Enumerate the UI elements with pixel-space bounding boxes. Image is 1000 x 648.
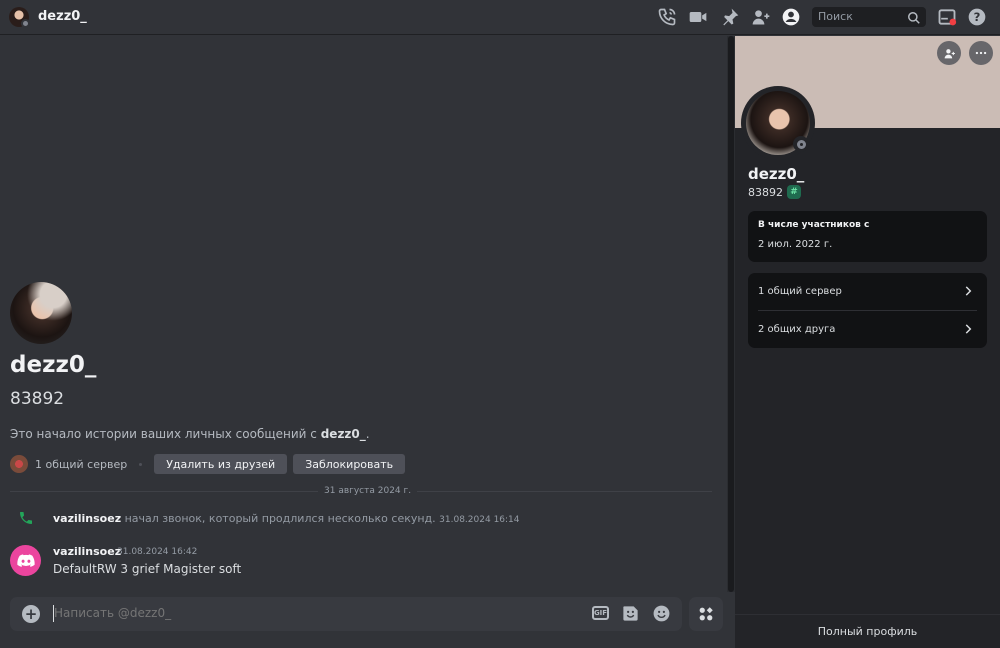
- dm-intro-username: dezz0_: [320, 427, 366, 441]
- call-message-author[interactable]: vazilinsoez: [53, 512, 121, 525]
- header-status-indicator: [21, 19, 30, 28]
- mutuals-card: 1 общий сервер 2 общих друга: [748, 273, 987, 348]
- message-input[interactable]: [54, 606, 574, 620]
- search-icon: [907, 10, 921, 24]
- call-system-message: vazilinsoez начал звонок, который продли…: [53, 512, 520, 525]
- profile-status-indicator: [793, 136, 809, 152]
- pin-icon[interactable]: [720, 7, 740, 27]
- member-since-label: В числе участников с: [758, 220, 870, 230]
- mutual-friends-label: 2 общих друга: [758, 324, 836, 335]
- discord-logo-icon: [16, 553, 35, 567]
- user-profile-panel: dezz0_ 83892 # В числе участников с 2 ию…: [735, 36, 1000, 648]
- inbox-icon[interactable]: [937, 7, 957, 27]
- call-message-text: начал звонок, который продлился нескольк…: [121, 512, 436, 525]
- message-author-avatar[interactable]: [10, 545, 41, 576]
- dm-header: dezz0_ Поиск ?: [0, 0, 1000, 35]
- search-box[interactable]: Поиск: [812, 7, 926, 27]
- remove-friend-button[interactable]: Удалить из друзей: [154, 454, 288, 474]
- dm-intro-text: Это начало истории ваших личных сообщени…: [10, 427, 370, 441]
- hero-user-tag: 83892: [10, 389, 65, 409]
- hero-username: dezz0_: [10, 352, 97, 378]
- profile-badge-icon[interactable]: #: [787, 185, 801, 199]
- date-divider-label: 31 августа 2024 г.: [318, 486, 418, 496]
- header-username[interactable]: dezz0_: [38, 9, 87, 24]
- help-icon[interactable]: ?: [967, 7, 987, 27]
- member-since-card: В числе участников с 2 июл. 2022 г.: [748, 211, 987, 262]
- call-message-timestamp: 31.08.2024 16:14: [439, 515, 520, 525]
- profile-username: dezz0_: [748, 165, 805, 183]
- search-placeholder: Поиск: [818, 10, 853, 23]
- hero-avatar[interactable]: [10, 282, 72, 344]
- sticker-icon[interactable]: [621, 604, 640, 623]
- hero-actions: 1 общий сервер Удалить из друзей Заблоки…: [10, 454, 411, 474]
- dot-separator: [139, 462, 143, 466]
- svg-text:?: ?: [974, 10, 981, 24]
- block-button[interactable]: Заблокировать: [293, 454, 406, 474]
- message-content: DefaultRW 3 grief Magister soft: [53, 562, 242, 576]
- chat-scrollbar-thumb[interactable]: [728, 36, 734, 592]
- mutual-friends-row[interactable]: 2 общих друга: [748, 311, 987, 348]
- profile-user-tag: 83892: [748, 186, 783, 199]
- user-profile-icon[interactable]: [781, 7, 801, 27]
- attach-plus-icon[interactable]: +: [22, 605, 40, 623]
- chevron-right-icon: [961, 322, 975, 336]
- video-call-icon[interactable]: [688, 7, 708, 27]
- mutual-server-icon[interactable]: [10, 455, 28, 473]
- mutual-servers-link[interactable]: 1 общий сервер: [35, 458, 127, 471]
- emoji-icon[interactable]: [652, 604, 671, 623]
- chevron-right-icon: [961, 284, 975, 298]
- voice-call-icon[interactable]: [657, 7, 677, 27]
- message-composer: + GIF: [10, 597, 682, 631]
- message-timestamp: 31.08.2024 16:42: [117, 547, 198, 557]
- member-since-value: 2 июл. 2022 г.: [758, 239, 833, 250]
- gif-button[interactable]: GIF: [592, 606, 609, 620]
- message-author[interactable]: vazilinsoez: [53, 545, 121, 558]
- app-launcher-icon[interactable]: [689, 597, 723, 631]
- mutual-servers-row[interactable]: 1 общий сервер: [748, 273, 987, 310]
- full-profile-button[interactable]: Полный профиль: [735, 614, 1000, 648]
- phone-call-icon: [18, 510, 34, 526]
- add-friend-icon[interactable]: [937, 41, 961, 65]
- more-options-icon[interactable]: [969, 41, 993, 65]
- add-friends-to-dm-icon[interactable]: [751, 7, 771, 27]
- mutual-servers-label: 1 общий сервер: [758, 286, 842, 297]
